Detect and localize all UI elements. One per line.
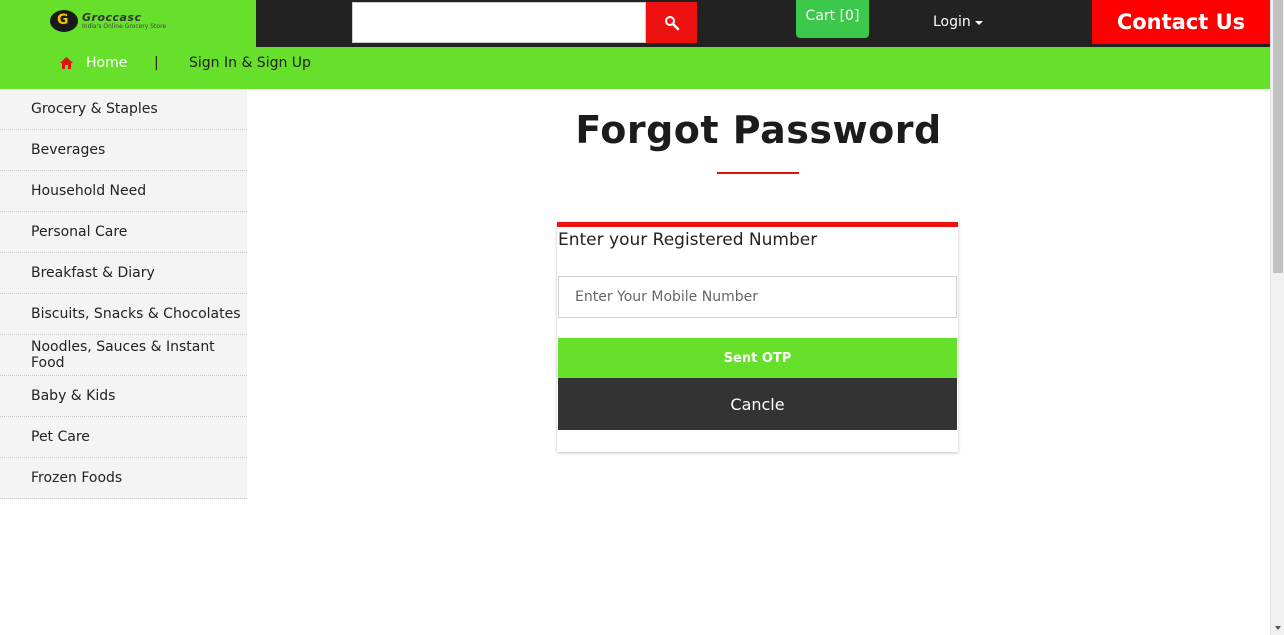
scroll-down-arrow-icon[interactable] [1275,626,1281,630]
mobile-number-input[interactable] [558,276,957,318]
cancel-button[interactable]: Cancle [558,378,957,430]
sidebar-item-frozen-foods[interactable]: Frozen Foods [0,458,247,499]
sidebar-item-beverages[interactable]: Beverages [0,130,247,171]
sidebar-item-personal-care[interactable]: Personal Care [0,212,247,253]
nav-bar: Home | Sign In & Sign Up [0,47,1270,89]
sidebar-item-baby-kids[interactable]: Baby & Kids [0,376,247,417]
logo-name: Groccasc [82,11,142,24]
nav-signin-link[interactable]: Sign In & Sign Up [189,55,311,71]
search-icon [664,15,679,30]
nav-home-link[interactable]: Home [60,55,127,71]
login-label: Login [933,14,971,30]
top-bar: G Groccasc India's Online Grocery Store … [0,0,1270,47]
sidebar-item-breakfast-diary[interactable]: Breakfast & Diary [0,253,247,294]
sidebar-item-biscuits-snacks[interactable]: Biscuits, Snacks & Chocolates [0,294,247,335]
logo[interactable]: G Groccasc India's Online Grocery Store [50,10,166,32]
forgot-password-card: Enter your Registered Number Sent OTP Ca… [557,222,958,452]
cart-button[interactable]: Cart [0] [796,0,869,38]
page-title: Forgot Password [575,108,942,152]
search-button[interactable] [646,2,697,43]
search-input[interactable] [352,2,646,43]
logo-tagline: India's Online Grocery Store [82,23,167,30]
contact-us-button[interactable]: Contact Us [1092,0,1270,44]
send-otp-button[interactable]: Sent OTP [558,338,957,379]
page-scrollbar[interactable] [1270,0,1284,635]
nav-separator: | [154,55,159,71]
nav-home-label: Home [86,55,128,71]
logo-mark-icon: G [50,10,78,32]
logo-area[interactable]: G Groccasc India's Online Grocery Store [0,0,256,47]
caret-down-icon [974,21,983,25]
scrollbar-thumb[interactable] [1273,0,1283,273]
home-icon [60,57,73,69]
sidebar-item-grocery-staples[interactable]: Grocery & Staples [0,89,247,130]
sidebar-item-household-need[interactable]: Household Need [0,171,247,212]
title-underline [717,172,799,174]
category-sidebar: Grocery & Staples Beverages Household Ne… [0,89,247,499]
sidebar-item-noodles-sauces[interactable]: Noodles, Sauces & Instant Food [0,335,247,376]
sidebar-item-pet-care[interactable]: Pet Care [0,417,247,458]
form-label: Enter your Registered Number [558,230,818,250]
login-dropdown[interactable]: Login [933,14,983,30]
